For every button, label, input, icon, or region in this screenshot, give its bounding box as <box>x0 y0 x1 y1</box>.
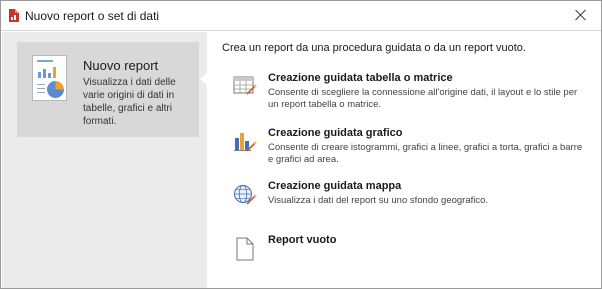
option-description: Visualizza i dati del report su uno sfon… <box>268 195 489 206</box>
blank-report-option[interactable]: Report vuoto <box>232 234 577 268</box>
option-description: Consente di scegliere la connessione all… <box>268 87 578 110</box>
report-thumbnail-icon <box>32 55 67 101</box>
option-title: Creazione guidata grafico <box>268 127 403 139</box>
chart-wizard-icon <box>234 133 257 152</box>
sidebar: Nuovo report Visualizza i dati delle var… <box>2 32 207 288</box>
dialog-title: Nuovo report o set di dati <box>25 9 160 23</box>
close-icon[interactable] <box>571 5 591 25</box>
sidebar-item-title: Nuovo report <box>83 58 159 73</box>
map-wizard-option[interactable]: Creazione guidata mappa Visualizza i dat… <box>232 180 577 210</box>
chart-wizard-option[interactable]: Creazione guidata grafico Consente di cr… <box>232 127 582 167</box>
title-bar: Nuovo report o set di dati <box>1 1 601 31</box>
blank-document-icon <box>236 237 254 261</box>
globe-map-icon <box>234 185 257 205</box>
table-wizard-icon <box>233 76 257 95</box>
option-title: Report vuoto <box>268 234 337 246</box>
option-description: Consente di creare istogrammi, grafici a… <box>268 142 583 165</box>
intro-text: Crea un report da una procedura guidata … <box>222 42 526 54</box>
option-title: Creazione guidata tabella o matrice <box>268 72 453 84</box>
sidebar-item-new-report[interactable]: Nuovo report Visualizza i dati delle var… <box>17 42 199 137</box>
report-builder-app-icon <box>9 9 19 22</box>
selection-pointer <box>200 73 207 85</box>
sidebar-item-description: Visualizza i dati delle varie origini di… <box>83 77 176 127</box>
new-report-dialog: Nuovo report o set di dati Nuovo report … <box>0 0 602 289</box>
table-matrix-wizard-option[interactable]: Creazione guidata tabella o matrice Cons… <box>232 72 577 112</box>
option-title: Creazione guidata mappa <box>268 180 402 192</box>
main-panel: Crea un report da una procedura guidata … <box>207 32 601 288</box>
